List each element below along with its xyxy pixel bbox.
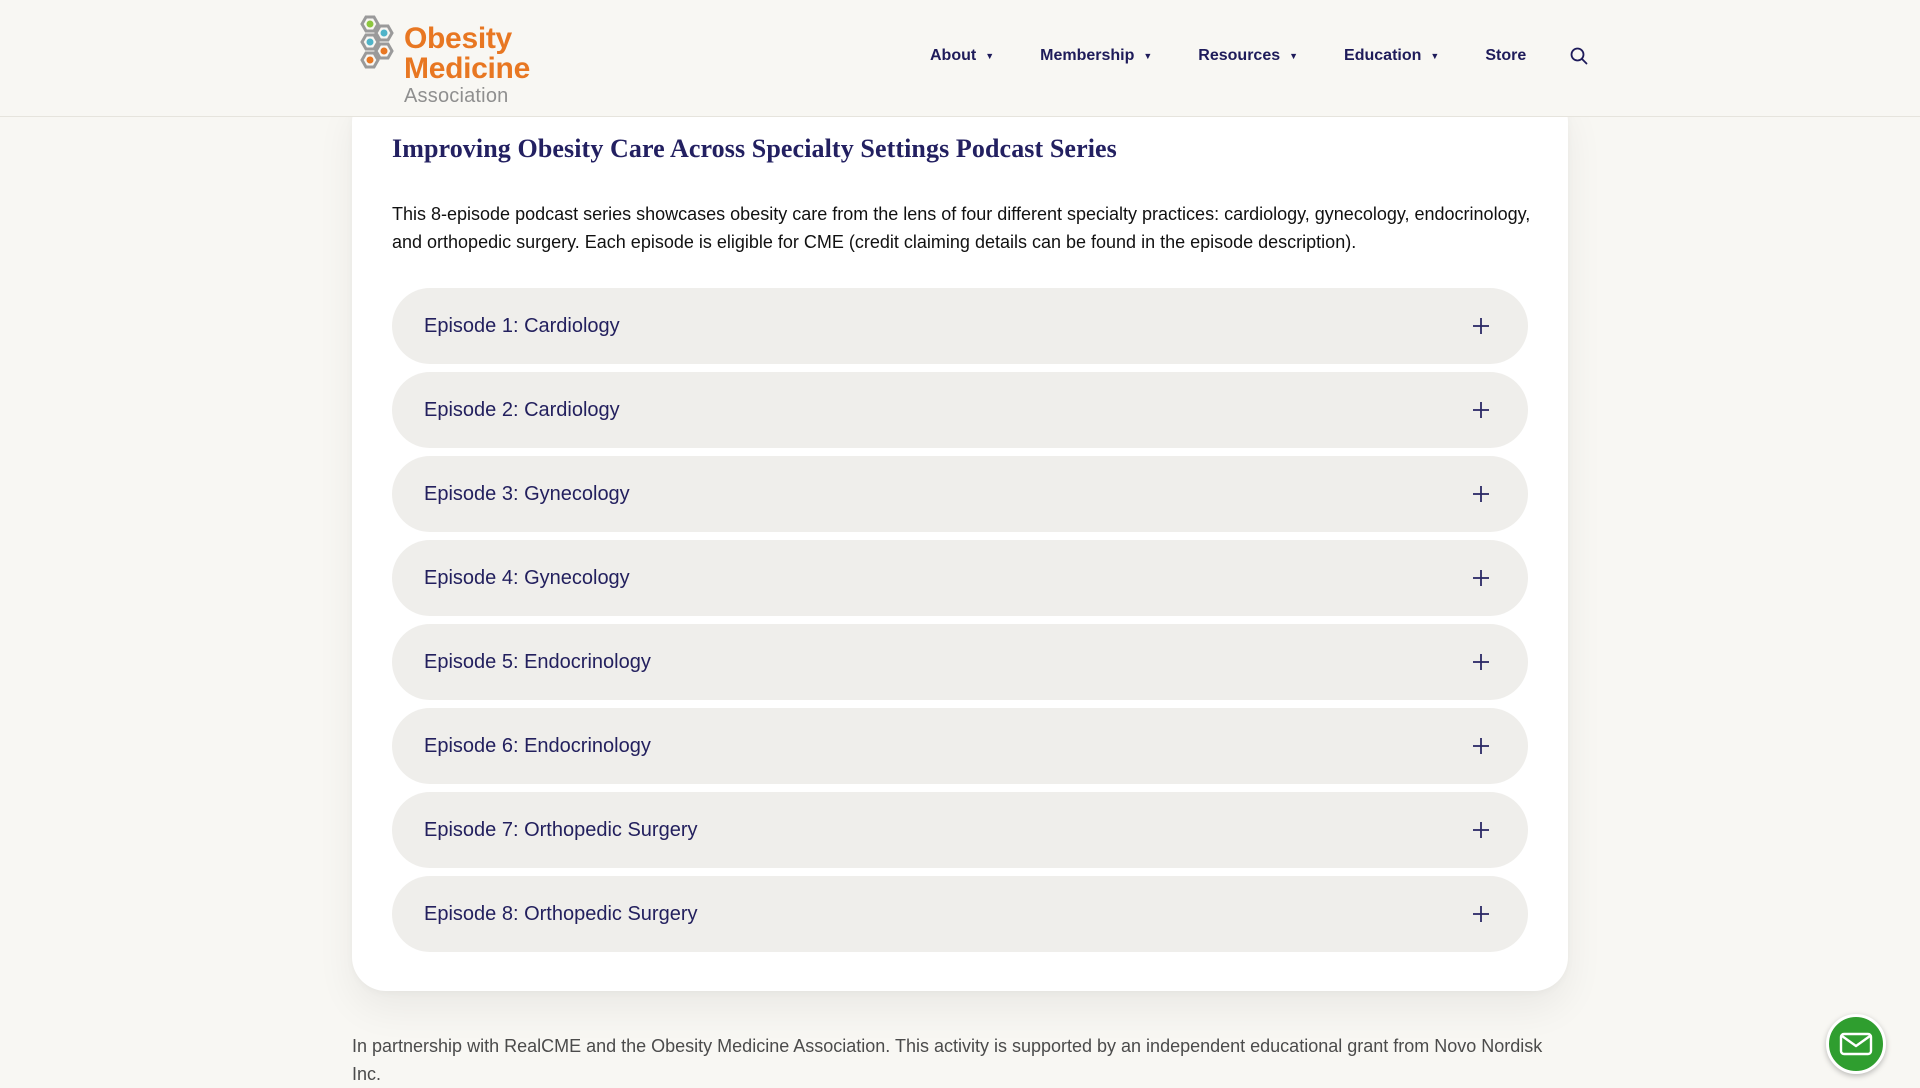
contact-button[interactable] [1826, 1014, 1886, 1074]
site-logo[interactable]: Obesity Medicine Association [352, 14, 542, 106]
plus-icon [1473, 822, 1489, 838]
accordion-item-episode-3[interactable]: Episode 3: Gynecology [392, 456, 1528, 532]
caret-down-icon: ▼ [1289, 51, 1299, 61]
nav-item-about[interactable]: About ▼ [930, 47, 994, 65]
accordion-item-label: Episode 2: Cardiology [424, 398, 620, 421]
site-header: Obesity Medicine Association About ▼ Mem… [0, 0, 1920, 117]
mail-icon [1839, 1032, 1873, 1056]
nav-item-label: About [930, 47, 977, 64]
plus-icon [1473, 318, 1489, 334]
caret-down-icon: ▼ [1143, 51, 1153, 61]
caret-down-icon: ▼ [1430, 51, 1440, 61]
accordion-item-label: Episode 4: Gynecology [424, 566, 630, 589]
nav-item-label: Resources [1198, 47, 1281, 64]
plus-icon [1473, 402, 1489, 418]
search-button[interactable] [1570, 46, 1590, 66]
nav-item-resources[interactable]: Resources ▼ [1198, 47, 1298, 65]
hexagon-logo-icon [360, 15, 394, 69]
plus-icon [1473, 738, 1489, 754]
plus-icon [1473, 486, 1489, 502]
accordion-item-episode-1[interactable]: Episode 1: Cardiology [392, 288, 1528, 364]
plus-icon [1473, 654, 1489, 670]
accordion-item-episode-8[interactable]: Episode 8: Orthopedic Surgery [392, 876, 1528, 952]
accordion-item-label: Episode 5: Endocrinology [424, 650, 651, 673]
nav-item-label: Education [1344, 47, 1422, 64]
plus-icon [1473, 570, 1489, 586]
logo-line-2: Medicine [404, 52, 530, 85]
episode-accordion: Episode 1: Cardiology Episode 2: Cardiol… [392, 288, 1528, 960]
accordion-item-label: Episode 1: Cardiology [424, 314, 620, 337]
accordion-item-episode-5[interactable]: Episode 5: Endocrinology [392, 624, 1528, 700]
card-description: This 8-episode podcast series showcases … [392, 204, 1531, 252]
nav-item-store[interactable]: Store [1485, 47, 1526, 65]
accordion-item-episode-7[interactable]: Episode 7: Orthopedic Surgery [392, 792, 1528, 868]
logo-line-1: Obesity [404, 22, 512, 55]
nav-item-label: Membership [1040, 47, 1135, 64]
nav-item-education[interactable]: Education ▼ [1344, 47, 1439, 65]
card-title: Improving Obesity Care Across Specialty … [392, 134, 1117, 163]
search-icon [1570, 47, 1588, 65]
nav-item-membership[interactable]: Membership ▼ [1040, 47, 1152, 65]
accordion-item-episode-4[interactable]: Episode 4: Gynecology [392, 540, 1528, 616]
logo-line-3: Association [404, 85, 509, 107]
accordion-item-episode-2[interactable]: Episode 2: Cardiology [392, 372, 1528, 448]
accordion-item-episode-6[interactable]: Episode 6: Endocrinology [392, 708, 1528, 784]
accordion-item-label: Episode 3: Gynecology [424, 482, 630, 505]
plus-icon [1473, 906, 1489, 922]
nav-item-label: Store [1485, 47, 1527, 64]
logo-wordmark: Obesity Medicine Association [404, 22, 530, 107]
main-nav: About ▼ Membership ▼ Resources ▼ Educati… [930, 46, 1590, 66]
caret-down-icon: ▼ [985, 51, 995, 61]
podcast-series-card: Improving Obesity Care Across Specialty … [352, 88, 1568, 991]
accordion-item-label: Episode 7: Orthopedic Surgery [424, 818, 698, 841]
accordion-item-label: Episode 8: Orthopedic Surgery [424, 902, 698, 925]
accordion-item-label: Episode 6: Endocrinology [424, 734, 651, 757]
